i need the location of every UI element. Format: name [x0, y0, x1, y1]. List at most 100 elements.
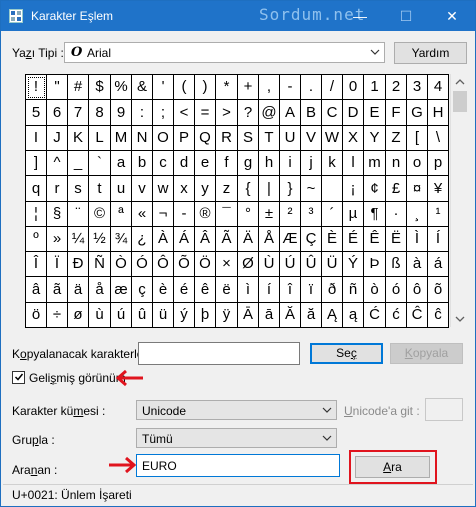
char-cell[interactable]: Ć	[364, 303, 386, 328]
char-cell[interactable]: ê	[195, 277, 216, 303]
char-cell[interactable]: M	[111, 126, 132, 151]
char-cell[interactable]: 2	[386, 75, 407, 100]
char-cell[interactable]: Ó	[132, 252, 153, 277]
char-cell[interactable]: Ü	[322, 252, 343, 277]
advanced-view-checkbox[interactable]	[12, 371, 25, 384]
char-cell[interactable]: é	[174, 277, 195, 303]
char-cell[interactable]: ¶	[364, 202, 386, 227]
char-cell[interactable]: ö	[26, 303, 47, 328]
char-cell[interactable]: Ï	[47, 252, 68, 277]
char-cell[interactable]: ·	[386, 202, 407, 227]
char-cell[interactable]: ă	[301, 303, 322, 328]
char-cell[interactable]: Þ	[364, 252, 386, 277]
char-cell[interactable]: °	[238, 202, 259, 227]
char-cell[interactable]: :	[132, 100, 153, 126]
char-cell[interactable]: í	[259, 277, 280, 303]
char-cell[interactable]: !	[26, 75, 47, 100]
char-cell[interactable]: e	[195, 151, 216, 176]
char-cell[interactable]: ĉ	[428, 303, 449, 328]
char-cell[interactable]: £	[386, 176, 407, 202]
char-cell[interactable]: 3	[407, 75, 428, 100]
char-cell[interactable]: ¨	[68, 202, 89, 227]
char-cell[interactable]: v	[132, 176, 153, 202]
char-cell[interactable]: ÿ	[216, 303, 238, 328]
char-cell[interactable]: n	[386, 151, 407, 176]
char-cell[interactable]: B	[301, 100, 322, 126]
char-cell[interactable]: Ù	[259, 252, 280, 277]
char-cell[interactable]: ¤	[407, 176, 428, 202]
char-cell[interactable]: »	[47, 227, 68, 252]
char-cell[interactable]: Ā	[238, 303, 259, 328]
char-cell[interactable]: ~	[301, 176, 322, 202]
char-cell[interactable]: «	[132, 202, 153, 227]
char-cell[interactable]: Î	[26, 252, 47, 277]
char-cell[interactable]: o	[407, 151, 428, 176]
char-cell[interactable]: q	[26, 176, 47, 202]
char-cell[interactable]: ½	[89, 227, 111, 252]
char-cell[interactable]: p	[428, 151, 449, 176]
char-cell[interactable]: %	[111, 75, 132, 100]
copy-button[interactable]: Kopyala	[390, 343, 463, 364]
char-cell[interactable]: ą	[343, 303, 364, 328]
char-cell[interactable]: z	[216, 176, 238, 202]
char-cell[interactable]: I	[26, 126, 47, 151]
char-cell[interactable]: Q	[195, 126, 216, 151]
char-cell[interactable]: Í	[428, 227, 449, 252]
char-cell[interactable]: d	[174, 151, 195, 176]
char-cell[interactable]: ù	[89, 303, 111, 328]
char-cell[interactable]: T	[259, 126, 280, 151]
select-button[interactable]: Seç	[310, 343, 383, 364]
char-cell[interactable]: A	[280, 100, 301, 126]
char-cell[interactable]: k	[322, 151, 343, 176]
char-cell[interactable]: ì	[238, 277, 259, 303]
char-cell[interactable]: ¥	[428, 176, 449, 202]
charset-select[interactable]: Unicode	[136, 400, 337, 420]
search-button[interactable]: Ara	[355, 456, 430, 478]
char-cell[interactable]: ®	[195, 202, 216, 227]
char-cell[interactable]: Ă	[280, 303, 301, 328]
char-cell[interactable]: m	[364, 151, 386, 176]
font-select[interactable]: O Arial	[64, 42, 385, 63]
advanced-view-label[interactable]: Gelişmiş görünüm	[29, 371, 126, 385]
char-cell[interactable]: 6	[47, 100, 68, 126]
char-cell[interactable]: Ö	[195, 252, 216, 277]
char-cell[interactable]: ë	[216, 277, 238, 303]
group-select[interactable]: Tümü	[136, 428, 337, 448]
char-cell[interactable]: Æ	[280, 227, 301, 252]
goto-unicode-input[interactable]	[425, 398, 463, 421]
char-cell[interactable]: º	[26, 227, 47, 252]
scrollbar-thumb[interactable]	[453, 91, 467, 112]
char-cell[interactable]: ã	[47, 277, 68, 303]
help-button[interactable]: Yardım	[394, 42, 467, 64]
char-cell[interactable]: 5	[26, 100, 47, 126]
close-button[interactable]: ✕	[429, 1, 475, 31]
char-cell[interactable]: 8	[89, 100, 111, 126]
char-cell[interactable]: &	[132, 75, 153, 100]
char-cell[interactable]: ¬	[153, 202, 174, 227]
char-cell[interactable]: Û	[301, 252, 322, 277]
char-cell[interactable]: Y	[364, 126, 386, 151]
char-cell[interactable]: y	[195, 176, 216, 202]
char-cell[interactable]: Ĉ	[407, 303, 428, 328]
char-cell[interactable]: H	[428, 100, 449, 126]
char-cell[interactable]: ×	[216, 252, 238, 277]
char-cell[interactable]: ´	[322, 202, 343, 227]
minimize-button[interactable]: —	[337, 1, 383, 31]
char-cell[interactable]: Å	[259, 227, 280, 252]
char-cell[interactable]: .	[301, 75, 322, 100]
char-cell[interactable]: x	[174, 176, 195, 202]
char-cell[interactable]: f	[216, 151, 238, 176]
char-cell[interactable]: þ	[195, 303, 216, 328]
char-cell[interactable]: <	[174, 100, 195, 126]
char-cell[interactable]: Ã	[216, 227, 238, 252]
char-cell[interactable]: >	[216, 100, 238, 126]
char-cell[interactable]: Á	[174, 227, 195, 252]
char-cell[interactable]: ý	[174, 303, 195, 328]
char-cell[interactable]: G	[407, 100, 428, 126]
char-cell[interactable]: $	[89, 75, 111, 100]
char-cell[interactable]: 0	[343, 75, 364, 100]
char-cell[interactable]: E	[364, 100, 386, 126]
char-cell[interactable]: 7	[68, 100, 89, 126]
title-bar[interactable]: Karakter Eşlem Sordum.net — ☐ ✕	[1, 1, 475, 31]
char-cell[interactable]: l	[343, 151, 364, 176]
